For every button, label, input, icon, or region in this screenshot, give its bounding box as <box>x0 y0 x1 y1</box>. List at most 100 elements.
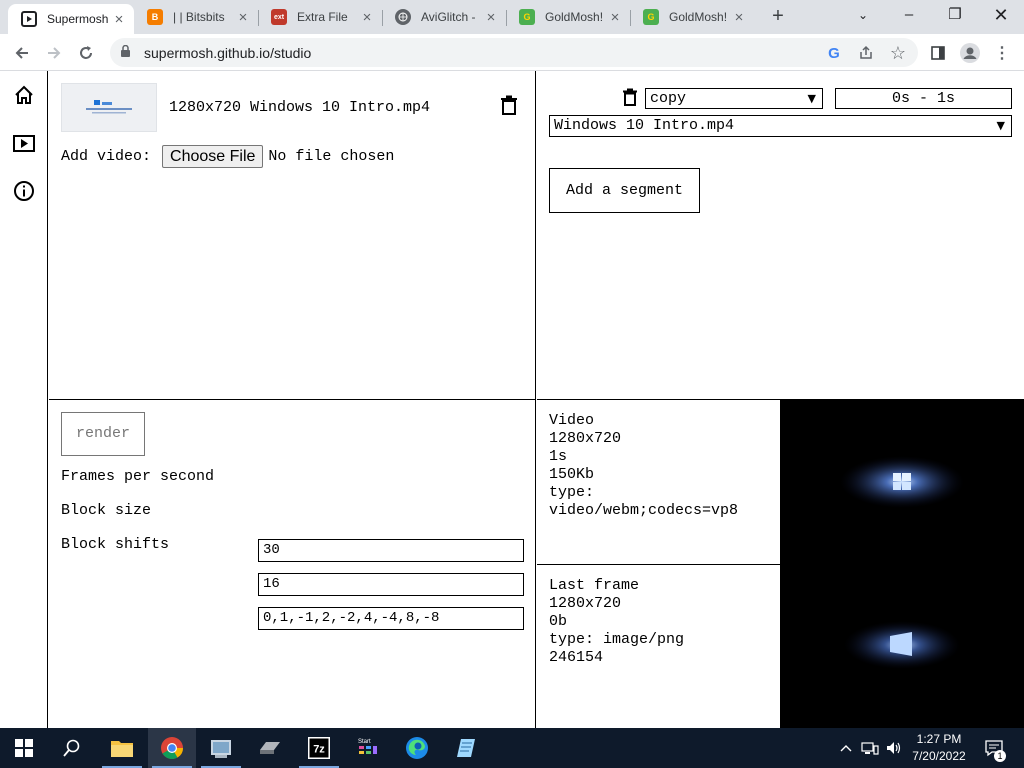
forward-button[interactable] <box>40 39 68 67</box>
drive-icon <box>260 742 280 754</box>
show-hidden-icons-chevron[interactable] <box>834 728 858 768</box>
edge-icon <box>406 737 428 759</box>
segment-source-value: Windows 10 Intro.mp4 <box>554 117 735 134</box>
notepad-icon <box>457 739 475 757</box>
taskbar-7zip[interactable]: 7z <box>295 728 343 768</box>
tab-close-icon[interactable]: × <box>358 9 376 26</box>
segment-time-range[interactable]: 0s - 1s <box>835 88 1012 109</box>
info-icon[interactable] <box>11 178 37 204</box>
bookmark-star-icon[interactable]: ☆ <box>884 39 912 67</box>
action-center-button[interactable]: 1 <box>980 728 1008 768</box>
start-button[interactable] <box>0 728 48 768</box>
fps-input[interactable]: 30 <box>258 539 524 562</box>
windows-logo-frame-image <box>844 621 960 669</box>
taskbar-edge[interactable] <box>393 728 441 768</box>
add-video-row: Add video: Choose File No file chosen <box>61 145 394 168</box>
reload-button[interactable] <box>72 39 100 67</box>
search-button[interactable] <box>48 728 96 768</box>
render-button[interactable]: render <box>61 412 145 456</box>
tab-close-icon[interactable]: × <box>482 9 500 26</box>
tab-close-icon[interactable]: × <box>606 9 624 26</box>
side-panel-icon[interactable] <box>924 39 952 67</box>
taskbar-app-3[interactable] <box>197 728 245 768</box>
windows-start-icon <box>15 739 33 757</box>
last-frame-preview[interactable] <box>780 564 1024 728</box>
segment-mode-select[interactable]: copy ▼ <box>645 88 823 109</box>
minimize-button[interactable]: – <box>886 0 932 30</box>
output-info-pane: Video 1280x720 1s 150Kb type: video/webm… <box>537 400 780 728</box>
profile-avatar[interactable] <box>956 39 984 67</box>
segment-mode-value: copy <box>650 90 687 107</box>
back-button[interactable] <box>8 39 36 67</box>
taskbar-start-app[interactable]: Start <box>344 728 392 768</box>
add-video-label: Add video: <box>61 148 152 165</box>
block-size-input[interactable]: 16 <box>258 573 524 596</box>
share-icon[interactable] <box>852 39 880 67</box>
forward-arrow-icon <box>48 47 61 59</box>
menu-kebab-icon[interactable]: ⋮ <box>988 39 1016 67</box>
taskbar-chrome[interactable] <box>148 728 196 768</box>
segment-source-select[interactable]: Windows 10 Intro.mp4 ▼ <box>549 115 1012 137</box>
video-thumbnail[interactable] <box>61 83 157 132</box>
seven-zip-icon: 7z <box>308 737 330 759</box>
choose-file-button[interactable]: Choose File <box>162 145 264 168</box>
delete-video-icon[interactable] <box>500 95 520 117</box>
network-icon[interactable] <box>858 728 882 768</box>
chevron-down-icon: ▼ <box>807 92 816 105</box>
home-icon[interactable] <box>11 82 37 108</box>
google-lens-icon[interactable]: G <box>820 39 848 67</box>
block-shifts-label: Block shifts <box>61 536 170 553</box>
play-box-icon <box>21 11 37 27</box>
tab-bitsbits[interactable]: B | | Bitsbits × <box>134 0 258 34</box>
video-type-label: type: <box>549 484 595 501</box>
system-clock[interactable]: 1:27 PM 7/20/2022 <box>906 731 972 765</box>
taskbar-file-explorer[interactable] <box>98 728 146 768</box>
last-frame-info: Last frame 1280x720 0b type: image/png 2… <box>549 577 684 667</box>
blogger-icon: B <box>147 9 163 25</box>
delete-segment-icon[interactable] <box>622 88 642 110</box>
tab-close-icon[interactable]: × <box>110 11 128 28</box>
globe-icon <box>395 9 411 25</box>
clock-time: 1:27 PM <box>916 732 962 746</box>
video-library-icon[interactable] <box>11 130 37 156</box>
last-frame-heading: Last frame <box>549 577 640 594</box>
video-resolution: 1280x720 <box>549 430 622 447</box>
render-settings-pane: render Frames per second 30 Block size 1… <box>49 400 536 728</box>
tab-search-chevron-icon[interactable]: ⌄ <box>840 0 886 30</box>
tab-close-icon[interactable]: × <box>234 9 252 26</box>
add-segment-button[interactable]: Add a segment <box>549 168 700 213</box>
video-preview[interactable] <box>780 400 1024 564</box>
folder-icon <box>111 741 133 757</box>
volume-icon[interactable] <box>882 728 906 768</box>
videos-pane: 1280x720 Windows 10 Intro.mp4 Add video:… <box>49 71 536 400</box>
tab-aviglitch[interactable]: AviGlitch - × <box>382 0 506 34</box>
fps-label: Frames per second <box>61 468 215 485</box>
taskbar-app-9[interactable] <box>442 728 490 768</box>
url-text: supermosh.github.io/studio <box>144 44 312 61</box>
address-bar[interactable]: supermosh.github.io/studio <box>110 38 918 67</box>
video-size: 150Kb <box>549 466 595 483</box>
new-tab-button[interactable]: + <box>766 4 790 28</box>
tab-extra-file[interactable]: ext Extra File × <box>258 0 382 34</box>
back-arrow-icon <box>15 47 28 59</box>
ext-icon: ext <box>271 9 287 25</box>
clock-date: 7/20/2022 <box>912 749 966 763</box>
goldmosh-icon: G <box>643 9 659 25</box>
taskbar-app-4[interactable] <box>246 728 294 768</box>
close-window-button[interactable]: ✕ <box>978 0 1024 30</box>
restore-button[interactable]: ❐ <box>932 0 978 30</box>
tab-close-icon[interactable]: × <box>730 9 748 26</box>
tab-supermosh[interactable]: Supermosh × <box>8 4 134 34</box>
chevron-down-icon: ▼ <box>996 119 1005 132</box>
segments-pane: copy ▼ 0s - 1s Windows 10 Intro.mp4 ▼ Ad… <box>537 71 1024 400</box>
video-file-name: 1280x720 Windows 10 Intro.mp4 <box>169 99 431 116</box>
browser-toolbar: supermosh.github.io/studio G ☆ ⋮ <box>0 34 1024 71</box>
start-menu-app-icon: Start <box>358 739 377 754</box>
sidebar <box>0 71 48 728</box>
block-size-label: Block size <box>61 502 152 519</box>
preview-pane <box>780 400 1024 728</box>
block-shifts-input[interactable]: 0,1,-1,2,-2,4,-4,8,-8 <box>258 607 524 630</box>
studio-app: 1280x720 Windows 10 Intro.mp4 Add video:… <box>0 71 1024 728</box>
tab-goldmosh-2[interactable]: G GoldMosh! × <box>630 0 754 34</box>
tab-goldmosh-1[interactable]: G GoldMosh! × <box>506 0 630 34</box>
